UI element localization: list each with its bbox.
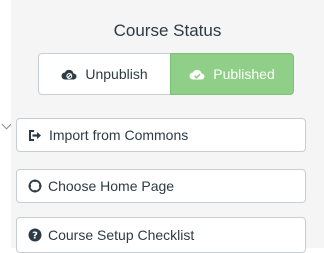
left-gutter xyxy=(0,0,12,248)
unpublish-label: Unpublish xyxy=(85,66,148,82)
published-label: Published xyxy=(213,66,275,82)
svg-text:?: ? xyxy=(32,231,38,242)
cloud-check-icon xyxy=(189,68,205,81)
share-arrow-icon xyxy=(28,129,43,142)
checklist-label: Course Setup Checklist xyxy=(48,227,195,243)
choose-home-page-button[interactable]: Choose Home Page xyxy=(16,169,306,203)
course-status-heading: Course Status xyxy=(113,21,222,40)
import-label: Import from Commons xyxy=(49,127,189,143)
home-page-label: Choose Home Page xyxy=(48,178,175,194)
import-from-commons-button[interactable]: Import from Commons xyxy=(16,118,306,152)
question-circle-icon: ? xyxy=(28,228,42,242)
unpublish-button[interactable]: Unpublish xyxy=(38,53,171,95)
published-button[interactable]: Published xyxy=(170,53,294,95)
course-status-panel: Course Status Unpublish Published Import… xyxy=(11,0,324,253)
cloud-blocked-icon xyxy=(61,68,77,81)
target-icon xyxy=(28,179,42,193)
collapse-caret-icon[interactable] xyxy=(1,119,12,130)
